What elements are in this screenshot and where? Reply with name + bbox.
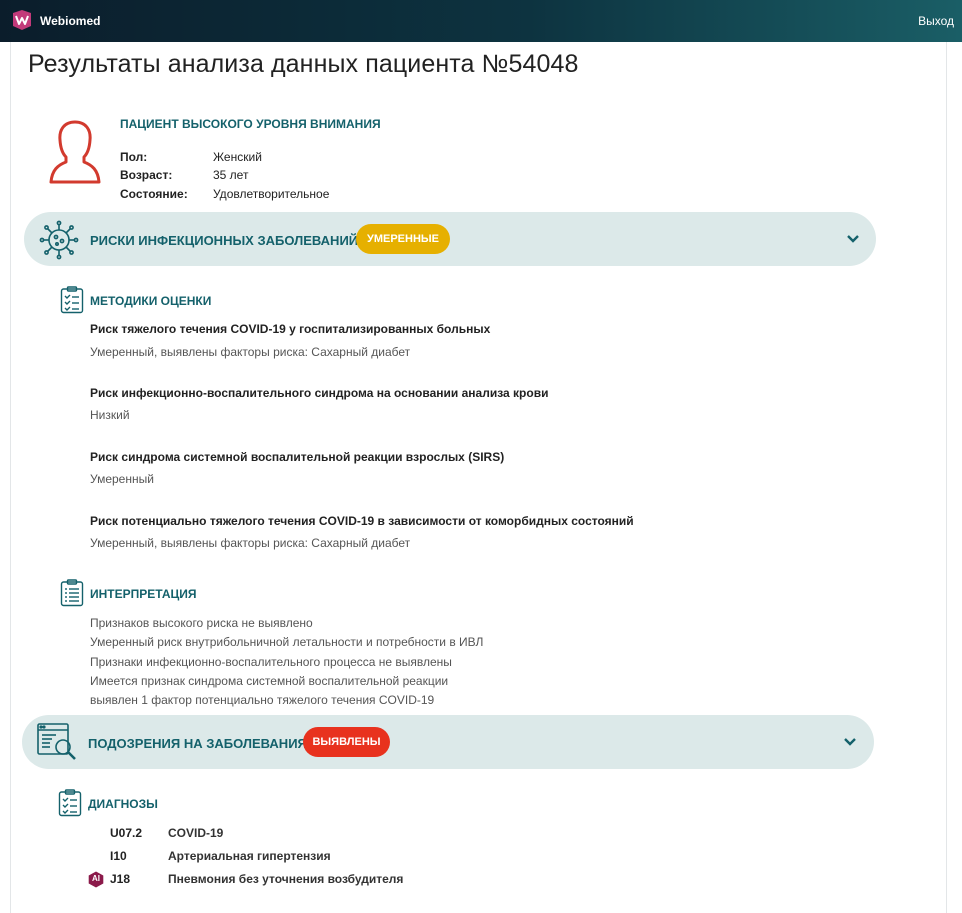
infection-risk-level-badge: УМЕРЕННЫЕ <box>356 224 450 254</box>
disease-suspicion-title: ПОДОЗРЕНИЯ НА ЗАБОЛЕВАНИЯ: <box>88 736 312 751</box>
logout-link[interactable]: Выход <box>918 14 954 28</box>
patient-field-label: Состояние: <box>120 187 188 201</box>
method-title: Риск синдрома системной воспалительной р… <box>90 450 505 464</box>
chevron-down-icon[interactable] <box>843 737 857 747</box>
checklist-clipboard-icon <box>58 789 82 817</box>
disease-suspicion-panel[interactable]: ПОДОЗРЕНИЯ НА ЗАБОЛЕВАНИЯ: ВЫЯВЛЕНЫ <box>22 715 874 769</box>
patient-field-label: Пол: <box>120 150 148 164</box>
diagnosis-code: U07.2 <box>110 826 143 840</box>
method-value: Умеренный, выявлены факторы риска: Сахар… <box>90 536 411 550</box>
diagnosis-name: COVID-19 <box>168 826 224 840</box>
document-magnifier-icon <box>37 723 76 760</box>
ai-badge-icon: AI <box>88 871 104 888</box>
page-title: Результаты анализа данных пациента №5404… <box>28 50 579 78</box>
infection-risks-title: РИСКИ ИНФЕКЦИОННЫХ ЗАБОЛЕВАНИЙ: <box>90 233 363 248</box>
infection-risks-panel[interactable]: РИСКИ ИНФЕКЦИОННЫХ ЗАБОЛЕВАНИЙ: УМЕРЕННЫ… <box>24 212 876 266</box>
method-title: Риск инфекционно-воспалительного синдром… <box>90 386 549 400</box>
diagnosis-code: I10 <box>110 849 127 863</box>
disease-suspicion-badge: ВЫЯВЛЕНЫ <box>303 727 390 757</box>
virus-icon <box>39 220 79 260</box>
patient-attention-level: ПАЦИЕНТ ВЫСОКОГО УРОВНЯ ВНИМАНИЯ <box>120 117 381 131</box>
interpretation-title: ИНТЕРПРЕТАЦИЯ <box>90 587 197 601</box>
list-clipboard-icon <box>60 579 84 607</box>
method-value: Умеренный, выявлены факторы риска: Сахар… <box>90 345 411 359</box>
diagnosis-name: Пневмония без уточнения возбудителя <box>168 872 404 886</box>
ai-badge-label: AI <box>92 874 100 883</box>
interpretation-line: Признаки инфекционно-воспалительного про… <box>90 655 452 669</box>
patient-field-label: Возраст: <box>120 168 173 182</box>
chevron-down-icon[interactable] <box>846 234 860 244</box>
interpretation-line: Признаков высокого риска не выявлено <box>90 616 313 630</box>
top-bar: Webiomed Выход <box>0 0 962 42</box>
patient-field-value: 35 лет <box>213 168 249 182</box>
diagnosis-code: J18 <box>110 872 131 886</box>
patient-field-value: Удовлетворительное <box>213 187 330 201</box>
checklist-clipboard-icon <box>60 286 84 314</box>
patient-field-value: Женский <box>213 150 262 164</box>
method-title: Риск потенциально тяжелого течения COVID… <box>90 514 634 528</box>
interpretation-line: Умеренный риск внутрибольничной летально… <box>90 635 484 649</box>
method-title: Риск тяжелого течения COVID-19 у госпита… <box>90 322 491 336</box>
diagnosis-name: Артериальная гипертензия <box>168 849 331 863</box>
method-value: Умеренный <box>90 472 154 486</box>
brand-name: Webiomed <box>40 14 101 28</box>
diagnoses-title: ДИАГНОЗЫ <box>88 797 158 811</box>
method-value: Низкий <box>90 408 130 422</box>
webiomed-logo-icon[interactable] <box>11 9 33 31</box>
interpretation-line: Имеется признак синдрома системной воспа… <box>90 674 449 688</box>
female-patient-icon <box>49 120 101 184</box>
methods-title: МЕТОДИКИ ОЦЕНКИ <box>90 294 212 308</box>
interpretation-line: выявлен 1 фактор потенциально тяжелого т… <box>90 693 435 707</box>
